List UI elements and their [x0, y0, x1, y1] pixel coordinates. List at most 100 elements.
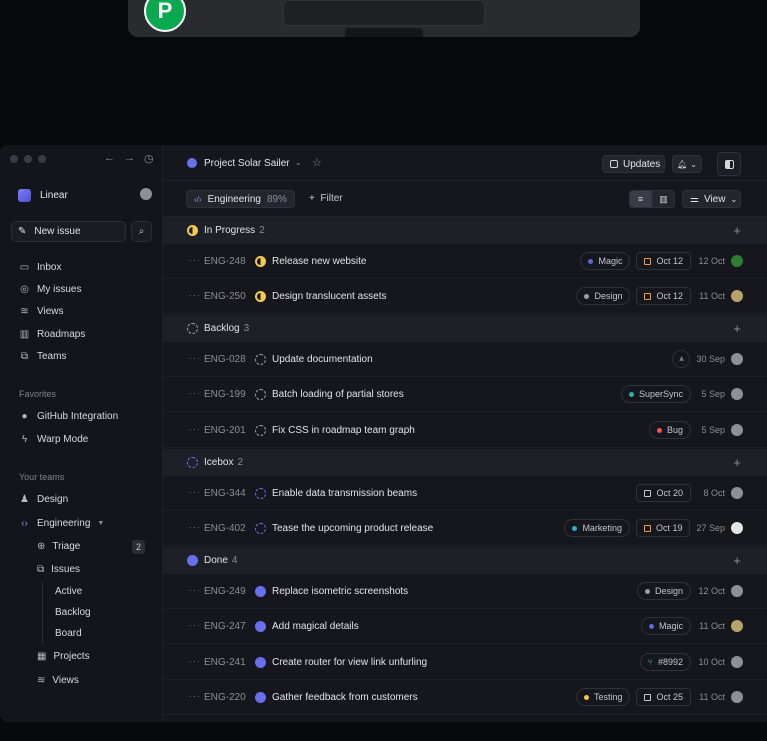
assignee-avatar[interactable]: [731, 522, 743, 534]
more-icon[interactable]: ···: [189, 522, 201, 532]
done-check-icon[interactable]: [255, 621, 266, 632]
list-view-toggle[interactable]: ≡: [629, 190, 652, 208]
assignee-avatar[interactable]: [731, 691, 743, 703]
new-issue-button[interactable]: ✎ New issue: [11, 221, 126, 242]
more-icon[interactable]: ···: [189, 290, 201, 300]
issue-row[interactable]: ··· ENG-247 Add magical details Magic 11…: [163, 609, 767, 644]
issue-row[interactable]: ··· ENG-220 Gather feedback from custome…: [163, 680, 767, 715]
back-arrow-icon[interactable]: ←: [104, 152, 115, 165]
in-progress-icon[interactable]: [255, 291, 266, 302]
label-chip[interactable]: Magic: [640, 617, 691, 635]
issue-row[interactable]: ··· ENG-250 Design translucent assets De…: [163, 279, 767, 314]
more-icon[interactable]: ···: [189, 388, 201, 398]
history-clock-icon[interactable]: ◷: [144, 152, 154, 165]
due-date-chip[interactable]: Oct 25: [636, 688, 691, 706]
issue-row[interactable]: ··· ENG-344 Enable data transmission bea…: [163, 476, 767, 511]
updates-button[interactable]: Updates: [602, 155, 665, 173]
sidebar-item-issues[interactable]: ⧉ Issues: [37, 564, 80, 575]
in-progress-icon[interactable]: [255, 256, 266, 267]
assignee-avatar[interactable]: [731, 255, 743, 267]
issue-row[interactable]: ··· ENG-241 Create router for view link …: [163, 645, 767, 680]
sidebar-item-board[interactable]: Board: [55, 628, 82, 639]
sidebar-item-backlog[interactable]: Backlog: [55, 607, 91, 618]
sidebar-item-warp-mode[interactable]: ϟ Warp Mode: [19, 434, 88, 445]
label-chip[interactable]: Design: [576, 287, 631, 305]
label-chip[interactable]: Magic: [580, 252, 631, 270]
done-check-icon[interactable]: [255, 586, 266, 597]
assignee-avatar[interactable]: [731, 353, 743, 365]
issue-row[interactable]: ··· ENG-028 Update documentation ⩓ 30 Se…: [163, 342, 767, 377]
star-icon[interactable]: ☆: [312, 156, 322, 169]
more-icon[interactable]: ···: [189, 691, 201, 701]
group-header-done[interactable]: Done 4 +: [163, 547, 767, 574]
done-check-icon[interactable]: [255, 657, 266, 668]
sidebar-item-engineering[interactable]: ‹› Engineering ▼: [19, 518, 104, 529]
notifications-button[interactable]: 🔔︎ ⌄: [672, 155, 702, 173]
view-options-button[interactable]: ⚌ View ⌄: [682, 190, 741, 208]
sidebar-item-team-views[interactable]: ≋ Views: [37, 675, 79, 686]
search-button[interactable]: ⌕: [131, 221, 152, 242]
backlog-icon[interactable]: [255, 425, 266, 436]
assignee-avatar[interactable]: [731, 620, 743, 632]
close-window-button[interactable]: [10, 155, 18, 163]
board-view-toggle[interactable]: ▥: [652, 190, 675, 208]
assignee-avatar[interactable]: [731, 424, 743, 436]
more-icon[interactable]: ···: [189, 353, 201, 363]
backlog-icon[interactable]: [255, 389, 266, 400]
maximize-window-button[interactable]: [38, 155, 46, 163]
more-icon[interactable]: ···: [189, 585, 201, 595]
icebox-icon[interactable]: [255, 523, 266, 534]
assignee-avatar[interactable]: [731, 290, 743, 302]
pull-request-chip[interactable]: ⑂ #8992: [639, 653, 691, 671]
assignee-avatar[interactable]: [731, 656, 743, 668]
add-issue-plus-icon[interactable]: +: [733, 553, 741, 568]
issue-row[interactable]: ··· ENG-199 Batch loading of partial sto…: [163, 377, 767, 412]
due-date-chip[interactable]: Oct 12: [636, 252, 691, 270]
assignee-avatar[interactable]: [731, 388, 743, 400]
due-date-chip[interactable]: Oct 20: [636, 484, 691, 502]
sidebar-item-projects[interactable]: ▦ Projects: [37, 651, 90, 662]
icebox-icon[interactable]: [255, 488, 266, 499]
project-title[interactable]: Project Solar Sailer: [204, 158, 290, 169]
more-icon[interactable]: ···: [189, 620, 201, 630]
toggle-details-panel-button[interactable]: [717, 152, 741, 176]
assignee-avatar[interactable]: [731, 487, 743, 499]
add-issue-plus-icon[interactable]: +: [733, 223, 741, 238]
sidebar-item-views[interactable]: ≋ Views: [19, 306, 63, 317]
due-date-chip[interactable]: Oct 12: [636, 287, 691, 305]
backlog-icon[interactable]: [255, 354, 266, 365]
label-chip[interactable]: Marketing: [564, 519, 630, 537]
issue-row[interactable]: ··· ENG-249 Replace isometric screenshot…: [163, 574, 767, 609]
forward-arrow-icon[interactable]: →: [124, 152, 135, 165]
workspace-switcher[interactable]: Linear: [18, 189, 68, 202]
assignee-avatar[interactable]: [731, 585, 743, 597]
project-chip[interactable]: ⩓: [672, 350, 691, 368]
issue-row[interactable]: ··· ENG-201 Fix CSS in roadmap team grap…: [163, 413, 767, 448]
minimize-window-button[interactable]: [24, 155, 32, 163]
sidebar-item-design[interactable]: ♟ Design: [19, 494, 68, 505]
due-date-chip[interactable]: Oct 19: [635, 519, 691, 537]
sidebar-item-github-integration[interactable]: ● GitHub Integration: [19, 411, 118, 422]
label-chip[interactable]: Design: [636, 582, 691, 600]
issue-row[interactable]: ··· ENG-248 Release new website Magic Oc…: [163, 244, 767, 279]
chevron-down-icon[interactable]: ⌄: [295, 158, 302, 167]
more-icon[interactable]: ···: [189, 656, 201, 666]
user-avatar[interactable]: [140, 188, 152, 200]
sidebar-item-active[interactable]: Active: [55, 586, 82, 597]
group-header-backlog[interactable]: Backlog 3 +: [163, 315, 767, 342]
sidebar-item-my-issues[interactable]: ◎ My issues: [19, 284, 81, 295]
issue-row[interactable]: ··· ENG-402 Tease the upcoming product r…: [163, 511, 767, 546]
sidebar-item-inbox[interactable]: ▭ Inbox: [19, 262, 62, 273]
more-icon[interactable]: ···: [189, 487, 201, 497]
label-chip[interactable]: Testing: [575, 688, 631, 706]
team-progress-chip[interactable]: ‹/› Engineering 89%: [186, 190, 295, 208]
label-chip[interactable]: SuperSync: [620, 385, 691, 403]
group-header-icebox[interactable]: Icebox 2 +: [163, 449, 767, 476]
add-issue-plus-icon[interactable]: +: [733, 455, 741, 470]
more-icon[interactable]: ···: [189, 424, 201, 434]
more-icon[interactable]: ···: [189, 255, 201, 265]
label-chip[interactable]: Bug: [648, 421, 691, 439]
sidebar-item-teams[interactable]: ⧉ Teams: [19, 351, 67, 362]
sidebar-item-roadmaps[interactable]: ▥ Roadmaps: [19, 329, 86, 340]
done-check-icon[interactable]: [255, 692, 266, 703]
